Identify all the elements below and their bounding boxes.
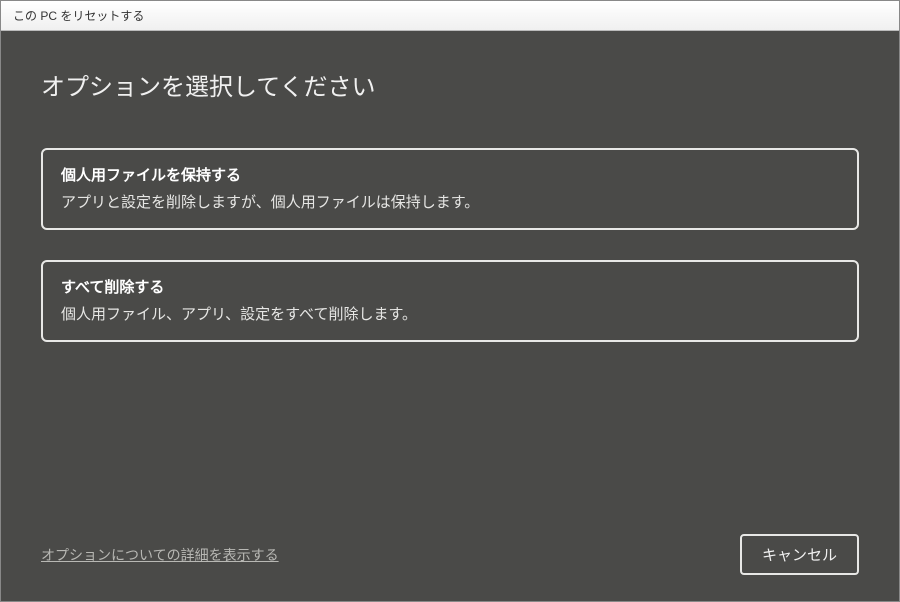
page-heading: オプションを選択してください: [41, 67, 859, 102]
option-remove-everything[interactable]: すべて削除する 個人用ファイル、アプリ、設定をすべて削除します。: [41, 260, 859, 342]
option-keep-files-description: アプリと設定を削除しますが、個人用ファイルは保持します。: [61, 191, 839, 212]
option-remove-everything-title: すべて削除する: [61, 276, 839, 297]
option-remove-everything-description: 個人用ファイル、アプリ、設定をすべて削除します。: [61, 303, 839, 324]
option-keep-files-title: 個人用ファイルを保持する: [61, 164, 839, 185]
details-link[interactable]: オプションについての詳細を表示する: [41, 545, 279, 565]
option-keep-files[interactable]: 個人用ファイルを保持する アプリと設定を削除しますが、個人用ファイルは保持します…: [41, 148, 859, 230]
titlebar: この PC をリセットする: [1, 1, 899, 31]
window-title: この PC をリセットする: [13, 7, 144, 24]
content-area: オプションを選択してください 個人用ファイルを保持する アプリと設定を削除します…: [1, 31, 899, 601]
footer: オプションについての詳細を表示する キャンセル: [41, 534, 859, 575]
cancel-button[interactable]: キャンセル: [740, 534, 859, 575]
reset-pc-window: この PC をリセットする オプションを選択してください 個人用ファイルを保持す…: [0, 0, 900, 602]
